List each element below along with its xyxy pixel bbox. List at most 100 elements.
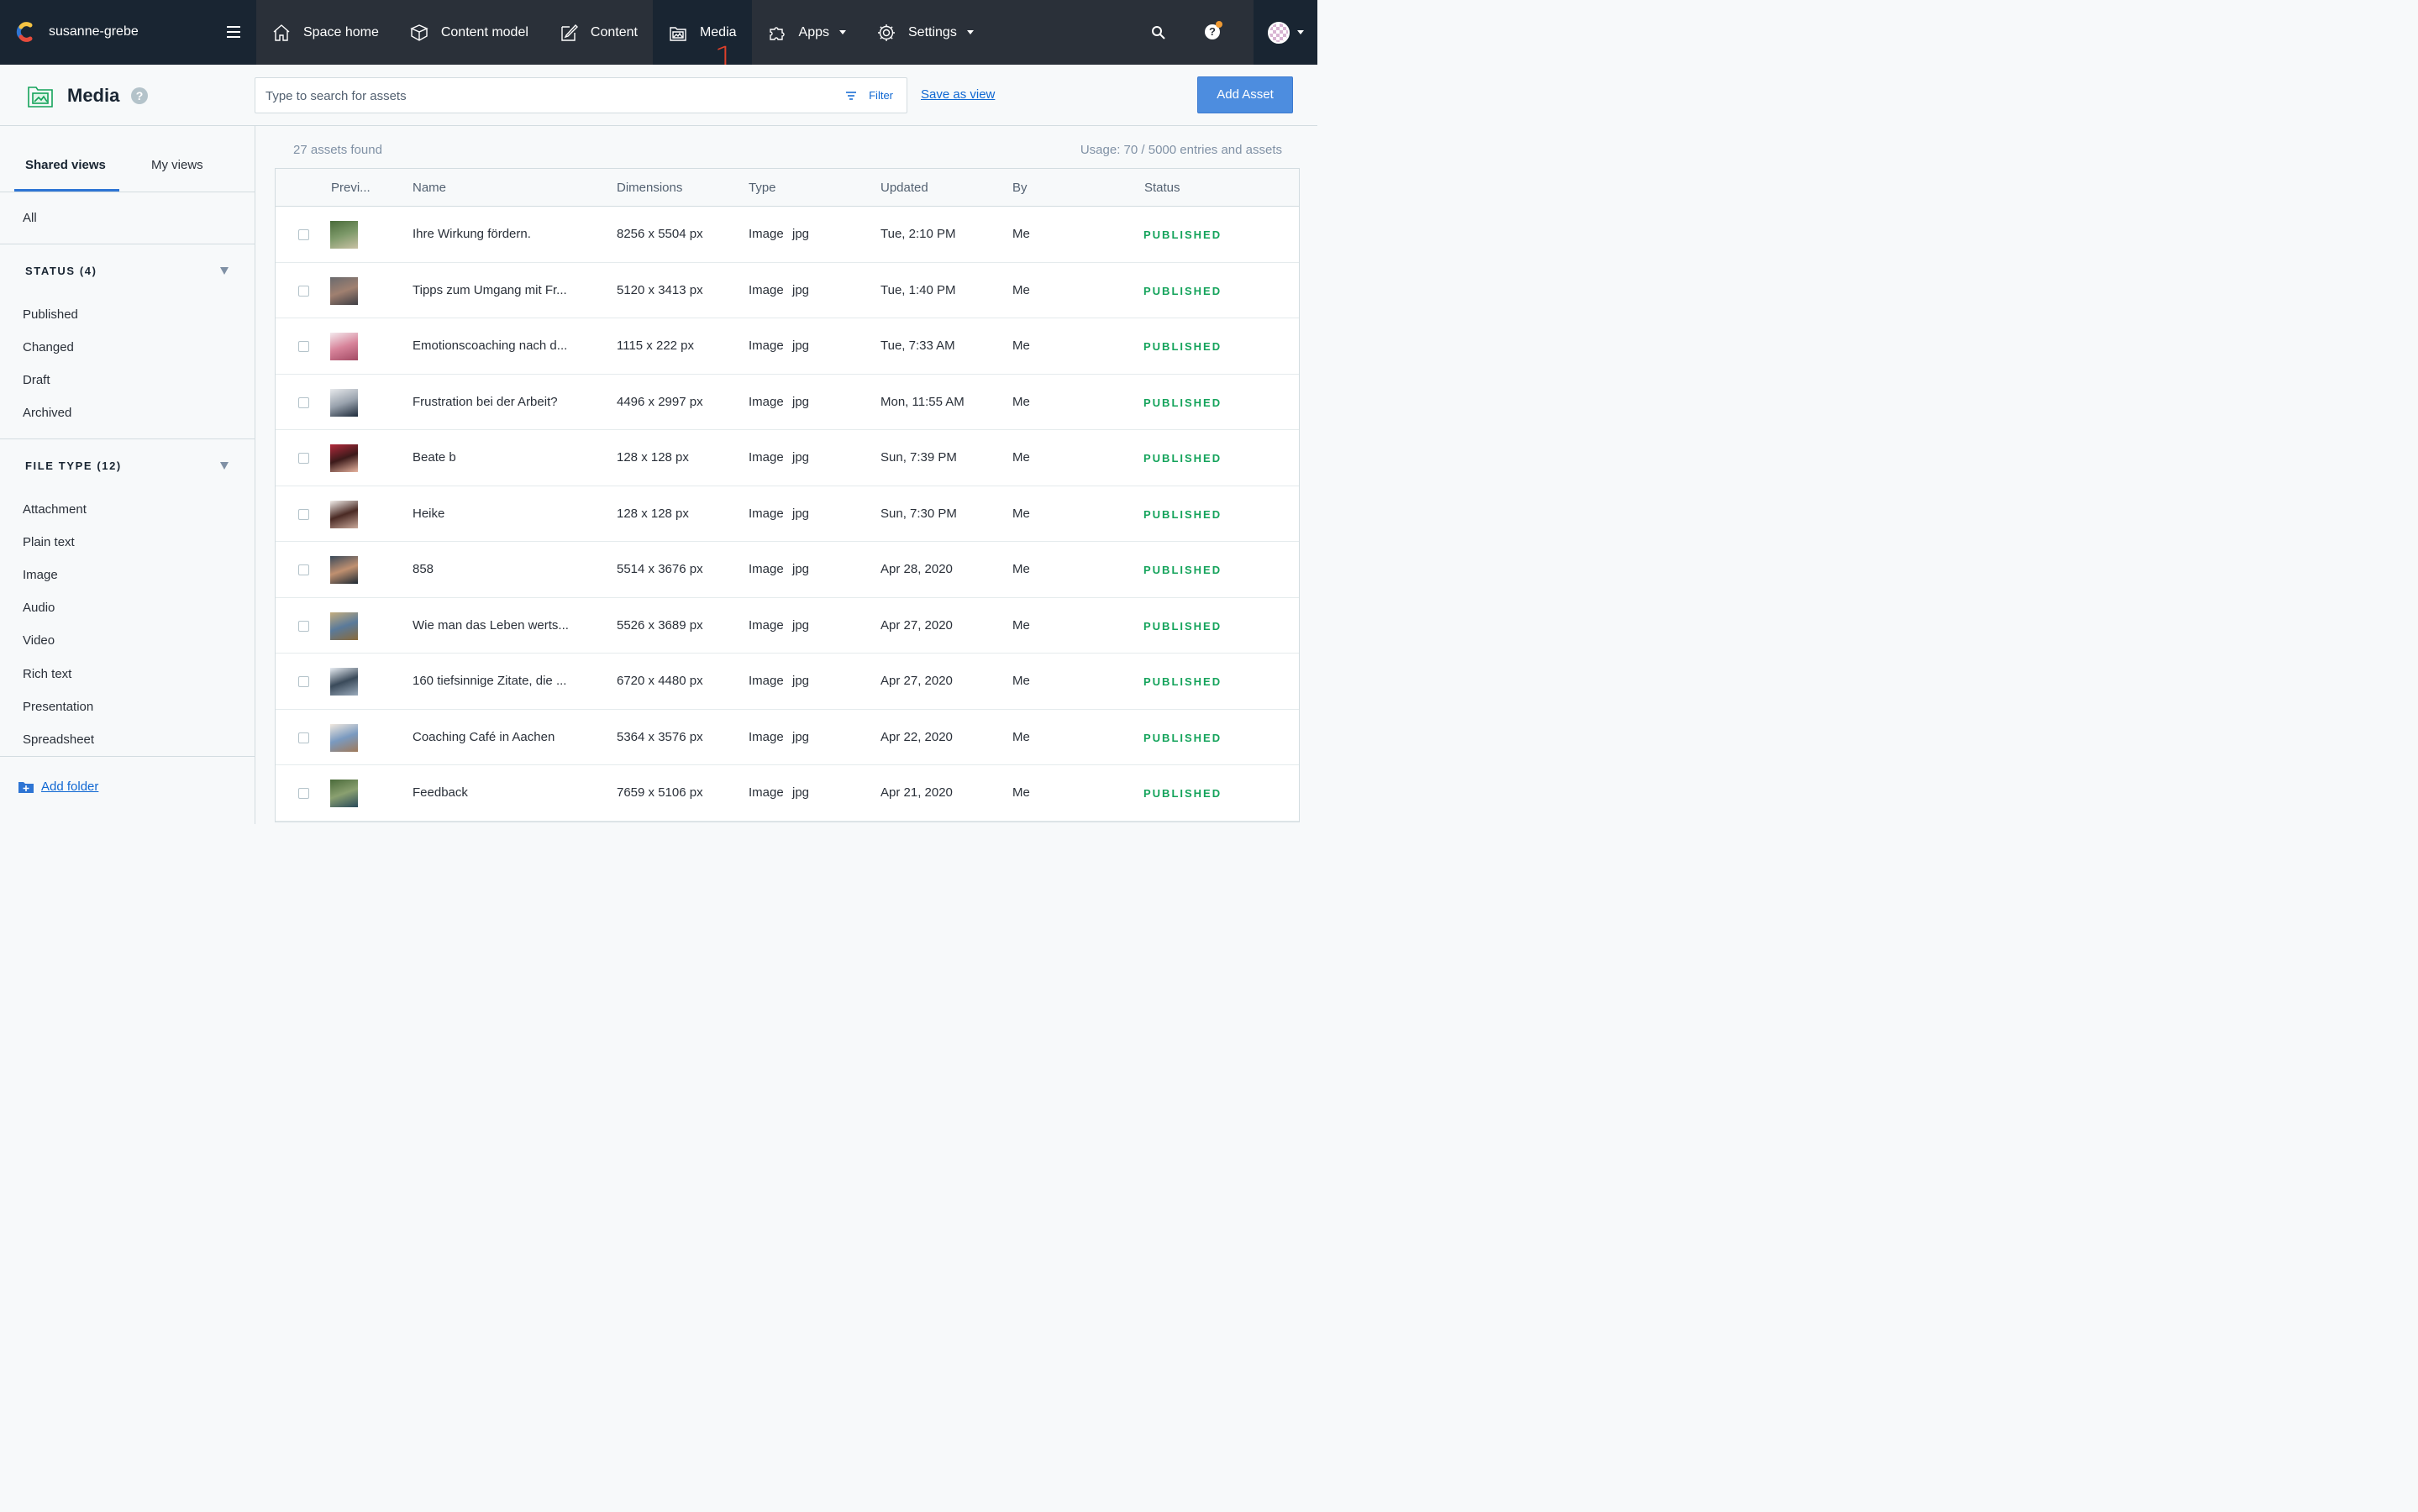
table-row[interactable]: Coaching Café in Aachen 5364 x 3576 px I…	[276, 710, 1299, 765]
hamburger-menu-icon[interactable]	[227, 26, 240, 38]
asset-author: Me	[1012, 227, 1030, 241]
asset-name[interactable]: Heike	[413, 507, 444, 521]
table-row[interactable]: Emotionscoaching nach d... 1115 x 222 px…	[276, 318, 1299, 375]
add-folder-link[interactable]: Add folder	[18, 780, 98, 794]
filetype-group-header[interactable]: FILE TYPE (12)	[25, 459, 122, 472]
asset-dimensions: 5514 x 3676 px	[617, 562, 703, 576]
row-checkbox[interactable]	[298, 396, 309, 408]
nav-label: Space home	[303, 24, 379, 39]
table-row[interactable]: Beate b 128 x 128 px Image jpg Sun, 7:39…	[276, 430, 1299, 486]
asset-name[interactable]: 858	[413, 562, 434, 576]
asset-name[interactable]: Feedback	[413, 785, 468, 800]
asset-updated: Sun, 7:30 PM	[880, 506, 957, 521]
sidebar-item-spreadsheet[interactable]: Spreadsheet	[23, 732, 94, 747]
tab-shared-views[interactable]: Shared views	[25, 158, 106, 172]
sidebar-item-presentation[interactable]: Presentation	[23, 700, 93, 714]
row-checkbox[interactable]	[298, 341, 309, 352]
asset-author: Me	[1012, 617, 1030, 633]
asset-extension: jpg	[792, 729, 810, 744]
account-menu[interactable]	[1254, 0, 1317, 65]
search-icon[interactable]	[1151, 25, 1166, 40]
asset-name[interactable]: Tipps zum Umgang mit Fr...	[413, 283, 567, 297]
asset-author: Me	[1012, 450, 1030, 465]
row-checkbox[interactable]	[298, 229, 309, 240]
column-header-type[interactable]: Type	[749, 181, 776, 195]
sidebar-item-archived[interactable]: Archived	[23, 406, 71, 420]
asset-author: Me	[1012, 785, 1030, 800]
asset-dimensions: 128 x 128 px	[617, 450, 689, 465]
nav-content[interactable]: Content	[544, 0, 653, 65]
table-row[interactable]: Heike 128 x 128 px Image jpg Sun, 7:30 P…	[276, 486, 1299, 542]
asset-list-panel: 27 assets found Usage: 70 / 5000 entries…	[256, 126, 1317, 824]
column-header-by[interactable]: By	[1012, 181, 1028, 195]
row-checkbox[interactable]	[298, 508, 309, 520]
asset-name[interactable]: Frustration bei der Arbeit?	[413, 395, 558, 409]
view-tabs: Shared views My views	[0, 126, 255, 192]
table-row[interactable]: Frustration bei der Arbeit? 4496 x 2997 …	[276, 375, 1299, 430]
nav-content-model[interactable]: Content model	[394, 0, 544, 65]
sidebar-item-changed[interactable]: Changed	[23, 340, 74, 354]
row-checkbox[interactable]	[298, 732, 309, 743]
sidebar-item-published[interactable]: Published	[23, 307, 78, 322]
asset-thumbnail	[330, 723, 358, 752]
row-checkbox[interactable]	[298, 453, 309, 464]
asset-thumbnail	[330, 668, 358, 696]
asset-name[interactable]: Coaching Café in Aachen	[413, 730, 555, 744]
nav-space-home[interactable]: Space home	[256, 0, 394, 65]
save-as-view-link[interactable]: Save as view	[921, 87, 995, 102]
column-header-status[interactable]: Status	[1144, 181, 1180, 195]
status-group-header[interactable]: STATUS (4)	[25, 265, 97, 277]
tab-my-views[interactable]: My views	[151, 158, 203, 172]
sidebar-item-all[interactable]: All	[23, 211, 37, 225]
column-header-dimensions[interactable]: Dimensions	[617, 181, 682, 195]
row-checkbox[interactable]	[298, 285, 309, 297]
status-badge: PUBLISHED	[1143, 787, 1222, 800]
row-checkbox[interactable]	[298, 676, 309, 687]
row-checkbox[interactable]	[298, 788, 309, 799]
table-row[interactable]: Wie man das Leben werts... 5526 x 3689 p…	[276, 598, 1299, 654]
page-title: Media	[67, 85, 120, 106]
search-input[interactable]	[265, 87, 770, 105]
asset-extension: jpg	[792, 450, 810, 465]
asset-name[interactable]: Emotionscoaching nach d...	[413, 339, 567, 353]
nav-apps[interactable]: Apps	[752, 0, 861, 65]
asset-thumbnail	[330, 612, 358, 640]
table-row[interactable]: 858 5514 x 3676 px Image jpg Apr 28, 202…	[276, 542, 1299, 598]
asset-name[interactable]: Ihre Wirkung fördern.	[413, 227, 531, 241]
table-row[interactable]: Ihre Wirkung fördern. 8256 x 5504 px Ima…	[276, 207, 1299, 263]
sidebar-item-plain-text[interactable]: Plain text	[23, 535, 75, 549]
asset-thumbnail	[330, 276, 358, 305]
asset-type: Image	[749, 282, 784, 297]
sidebar-item-attachment[interactable]: Attachment	[23, 502, 87, 517]
status-badge: PUBLISHED	[1143, 507, 1222, 521]
column-header-updated[interactable]: Updated	[880, 181, 928, 195]
column-header-preview[interactable]: Previ...	[331, 181, 371, 195]
help-icon[interactable]: ?	[131, 87, 148, 104]
add-asset-button[interactable]: Add Asset	[1197, 76, 1293, 113]
table-row[interactable]: 160 tiefsinnige Zitate, die ... 6720 x 4…	[276, 654, 1299, 710]
status-badge: PUBLISHED	[1143, 564, 1222, 576]
nav-label: Content model	[440, 24, 528, 39]
row-checkbox[interactable]	[298, 620, 309, 632]
asset-name[interactable]: Beate b	[413, 450, 456, 465]
table-row[interactable]: Feedback 7659 x 5106 px Image jpg Apr 21…	[276, 765, 1299, 822]
nav-media[interactable]: Media	[652, 0, 752, 65]
column-header-name[interactable]: Name	[413, 181, 446, 195]
collapse-triangle-icon[interactable]	[220, 267, 229, 275]
asset-name[interactable]: 160 tiefsinnige Zitate, die ...	[413, 674, 566, 688]
asset-updated: Sun, 7:39 PM	[880, 450, 957, 465]
row-checkbox[interactable]	[298, 564, 309, 575]
sidebar-item-draft[interactable]: Draft	[23, 373, 50, 387]
sidebar-item-rich-text[interactable]: Rich text	[23, 667, 71, 681]
sidebar-item-video[interactable]: Video	[23, 633, 55, 648]
gear-icon	[878, 24, 895, 41]
asset-name[interactable]: Wie man das Leben werts...	[413, 618, 569, 633]
asset-type: Image	[749, 729, 784, 744]
space-switcher[interactable]: susanne-grebe	[0, 0, 256, 65]
sidebar-item-image[interactable]: Image	[23, 568, 58, 582]
filter-button[interactable]: Filter	[845, 89, 893, 102]
nav-settings[interactable]: Settings	[861, 0, 989, 65]
sidebar-item-audio[interactable]: Audio	[23, 601, 55, 615]
table-row[interactable]: Tipps zum Umgang mit Fr... 5120 x 3413 p…	[276, 263, 1299, 318]
collapse-triangle-icon[interactable]	[220, 462, 229, 470]
